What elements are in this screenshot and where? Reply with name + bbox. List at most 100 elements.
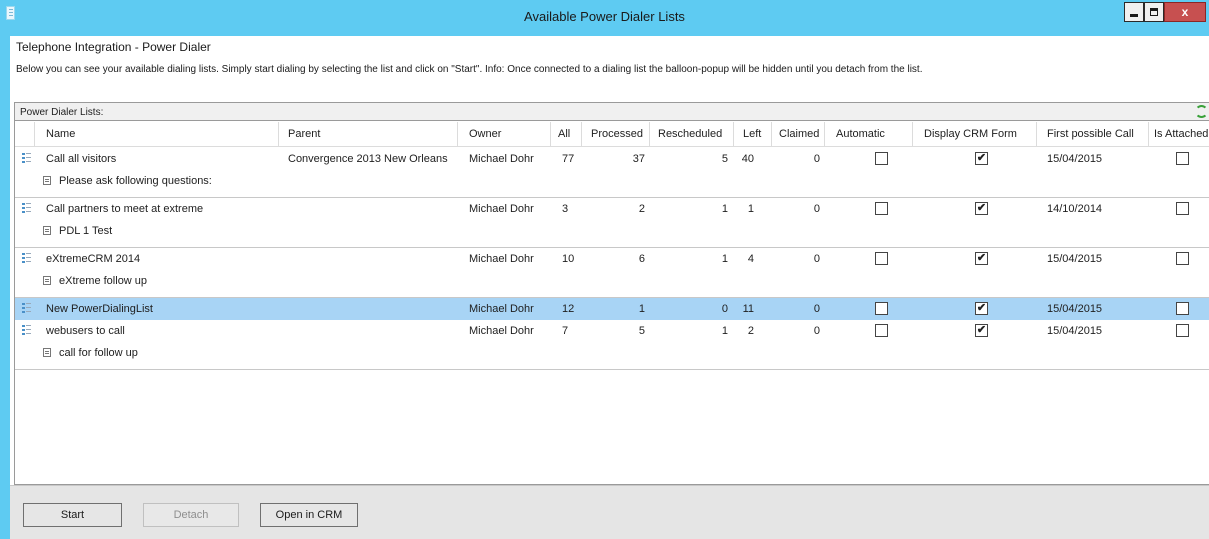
- column-header-display-crm-form[interactable]: Display CRM Form: [913, 122, 1037, 147]
- close-button[interactable]: x: [1164, 2, 1206, 22]
- cell-left: 11: [742, 303, 754, 315]
- display-crm-form-checkbox[interactable]: ✔: [975, 202, 988, 215]
- row-main-line[interactable]: webusers to call Michael Dohr 7 5 1 2 0 15/04/2…: [15, 320, 1209, 342]
- row-main-line[interactable]: Call all visitors Convergence 2013 New Or…: [15, 148, 1209, 170]
- display-crm-form-checkbox[interactable]: ✔: [975, 252, 988, 265]
- cell-all: 10: [562, 253, 575, 265]
- cell-parent: [288, 248, 458, 270]
- row-main-line[interactable]: New PowerDialingList Michael Dohr 12 1 0 11 0 1…: [15, 298, 1209, 320]
- automatic-checkbox[interactable]: [875, 302, 888, 315]
- display-crm-form-checkbox[interactable]: ✔: [975, 152, 988, 165]
- note-icon: [43, 226, 51, 235]
- row-description: Please ask following questions:: [59, 175, 212, 187]
- cell-first-possible-call: 14/10/2014: [1047, 203, 1103, 215]
- cell-claimed: 0: [813, 153, 820, 165]
- cell-claimed: 0: [813, 253, 820, 265]
- cell-processed: 6: [638, 253, 645, 265]
- display-crm-form-checkbox[interactable]: ✔: [975, 302, 988, 315]
- column-header-all[interactable]: All: [551, 122, 582, 147]
- panel-caption: Power Dialer Lists:: [15, 103, 1209, 121]
- column-header-is-attached[interactable]: Is Attached: [1149, 122, 1209, 147]
- cell-rescheduled: 5: [721, 153, 728, 165]
- cell-parent: [288, 298, 458, 320]
- cell-processed: 37: [632, 153, 645, 165]
- cell-left: 1: [747, 203, 754, 215]
- cell-owner: Michael Dohr: [469, 325, 534, 337]
- note-icon: [43, 276, 51, 285]
- cell-name: New PowerDialingList: [46, 303, 153, 315]
- minimize-button[interactable]: [1124, 2, 1144, 22]
- row-sub-line: Please ask following questions:: [15, 170, 1209, 192]
- automatic-checkbox[interactable]: [875, 202, 888, 215]
- maximize-icon: [1150, 8, 1158, 16]
- dialer-lists-panel: Power Dialer Lists: Name Parent Owner Al…: [14, 102, 1209, 485]
- automatic-checkbox[interactable]: [875, 252, 888, 265]
- cell-rescheduled: 1: [721, 325, 728, 337]
- note-icon: [43, 176, 51, 185]
- row-description: call for follow up: [59, 347, 138, 359]
- row-main-line[interactable]: eXtremeCRM 2014 Michael Dohr 10 6 1 4 0 15/04/2…: [15, 248, 1209, 270]
- cell-parent: [288, 320, 458, 342]
- cell-name: Call all visitors: [46, 153, 117, 165]
- display-crm-form-checkbox[interactable]: ✔: [975, 324, 988, 337]
- table-row[interactable]: Call all visitors Convergence 2013 New Or…: [15, 148, 1209, 198]
- cell-claimed: 0: [813, 203, 820, 215]
- open-in-crm-button[interactable]: Open in CRM: [260, 503, 358, 527]
- start-button[interactable]: Start: [23, 503, 122, 527]
- column-header-claimed[interactable]: Claimed: [772, 122, 825, 147]
- close-icon: x: [1181, 5, 1189, 19]
- cell-name: Call partners to meet at extreme: [46, 203, 204, 215]
- cell-owner: Michael Dohr: [469, 253, 534, 265]
- refresh-icon[interactable]: [1195, 105, 1208, 118]
- table-row[interactable]: eXtremeCRM 2014 Michael Dohr 10 6 1 4 0 15/04/2…: [15, 248, 1209, 298]
- cell-parent: Convergence 2013 New Orleans: [288, 153, 448, 165]
- is-attached-checkbox[interactable]: [1176, 252, 1189, 265]
- column-header-parent[interactable]: Parent: [279, 122, 458, 147]
- client-area: Telephone Integration - Power Dialer Bel…: [10, 36, 1209, 539]
- cell-claimed: 0: [813, 325, 820, 337]
- cell-parent: [288, 198, 458, 220]
- column-header-automatic[interactable]: Automatic: [825, 122, 913, 147]
- panel-caption-label: Power Dialer Lists:: [20, 107, 104, 118]
- cell-left: 2: [747, 325, 754, 337]
- title-bar[interactable]: Available Power Dialer Lists x: [0, 0, 1209, 36]
- is-attached-checkbox[interactable]: [1176, 202, 1189, 215]
- cell-first-possible-call: 15/04/2015: [1047, 253, 1103, 265]
- cell-first-possible-call: 15/04/2015: [1047, 153, 1103, 165]
- table-row[interactable]: New PowerDialingList Michael Dohr 12 1 0 11 0 1…: [15, 298, 1209, 320]
- table-row[interactable]: webusers to call Michael Dohr 7 5 1 2 0 15/04/2…: [15, 320, 1209, 370]
- cell-processed: 2: [638, 203, 645, 215]
- cell-owner: Michael Dohr: [469, 203, 534, 215]
- cell-left: 4: [747, 253, 754, 265]
- detach-button[interactable]: Detach: [143, 503, 239, 527]
- cell-rescheduled: 0: [721, 303, 728, 315]
- column-header-first-possible-call[interactable]: First possible Call: [1037, 122, 1149, 147]
- power-dialer-window: Available Power Dialer Lists x Telephone…: [0, 0, 1209, 539]
- window-title: Available Power Dialer Lists: [524, 9, 685, 24]
- table-row[interactable]: Call partners to meet at extreme Michael …: [15, 198, 1209, 248]
- cell-processed: 5: [638, 325, 645, 337]
- cell-all: 7: [562, 325, 569, 337]
- cell-processed: 1: [638, 303, 645, 315]
- column-header-name[interactable]: Name: [36, 122, 279, 147]
- column-header-owner[interactable]: Owner: [458, 122, 551, 147]
- row-selector-header: [15, 122, 35, 147]
- cell-all: 77: [562, 153, 575, 165]
- row-sub-line: eXtreme follow up: [15, 270, 1209, 292]
- is-attached-checkbox[interactable]: [1176, 152, 1189, 165]
- column-header-rescheduled[interactable]: Rescheduled: [650, 122, 734, 147]
- column-header-processed[interactable]: Processed: [582, 122, 650, 147]
- is-attached-checkbox[interactable]: [1176, 324, 1189, 337]
- row-sub-line: call for follow up: [15, 342, 1209, 364]
- column-header-left[interactable]: Left: [734, 122, 772, 147]
- row-main-line[interactable]: Call partners to meet at extreme Michael …: [15, 198, 1209, 220]
- cell-name: webusers to call: [46, 325, 125, 337]
- note-icon: [43, 348, 51, 357]
- automatic-checkbox[interactable]: [875, 152, 888, 165]
- is-attached-checkbox[interactable]: [1176, 302, 1189, 315]
- automatic-checkbox[interactable]: [875, 324, 888, 337]
- cell-first-possible-call: 15/04/2015: [1047, 303, 1103, 315]
- maximize-button[interactable]: [1144, 2, 1164, 22]
- cell-all: 3: [562, 203, 569, 215]
- dialing-list-icon: [22, 152, 32, 164]
